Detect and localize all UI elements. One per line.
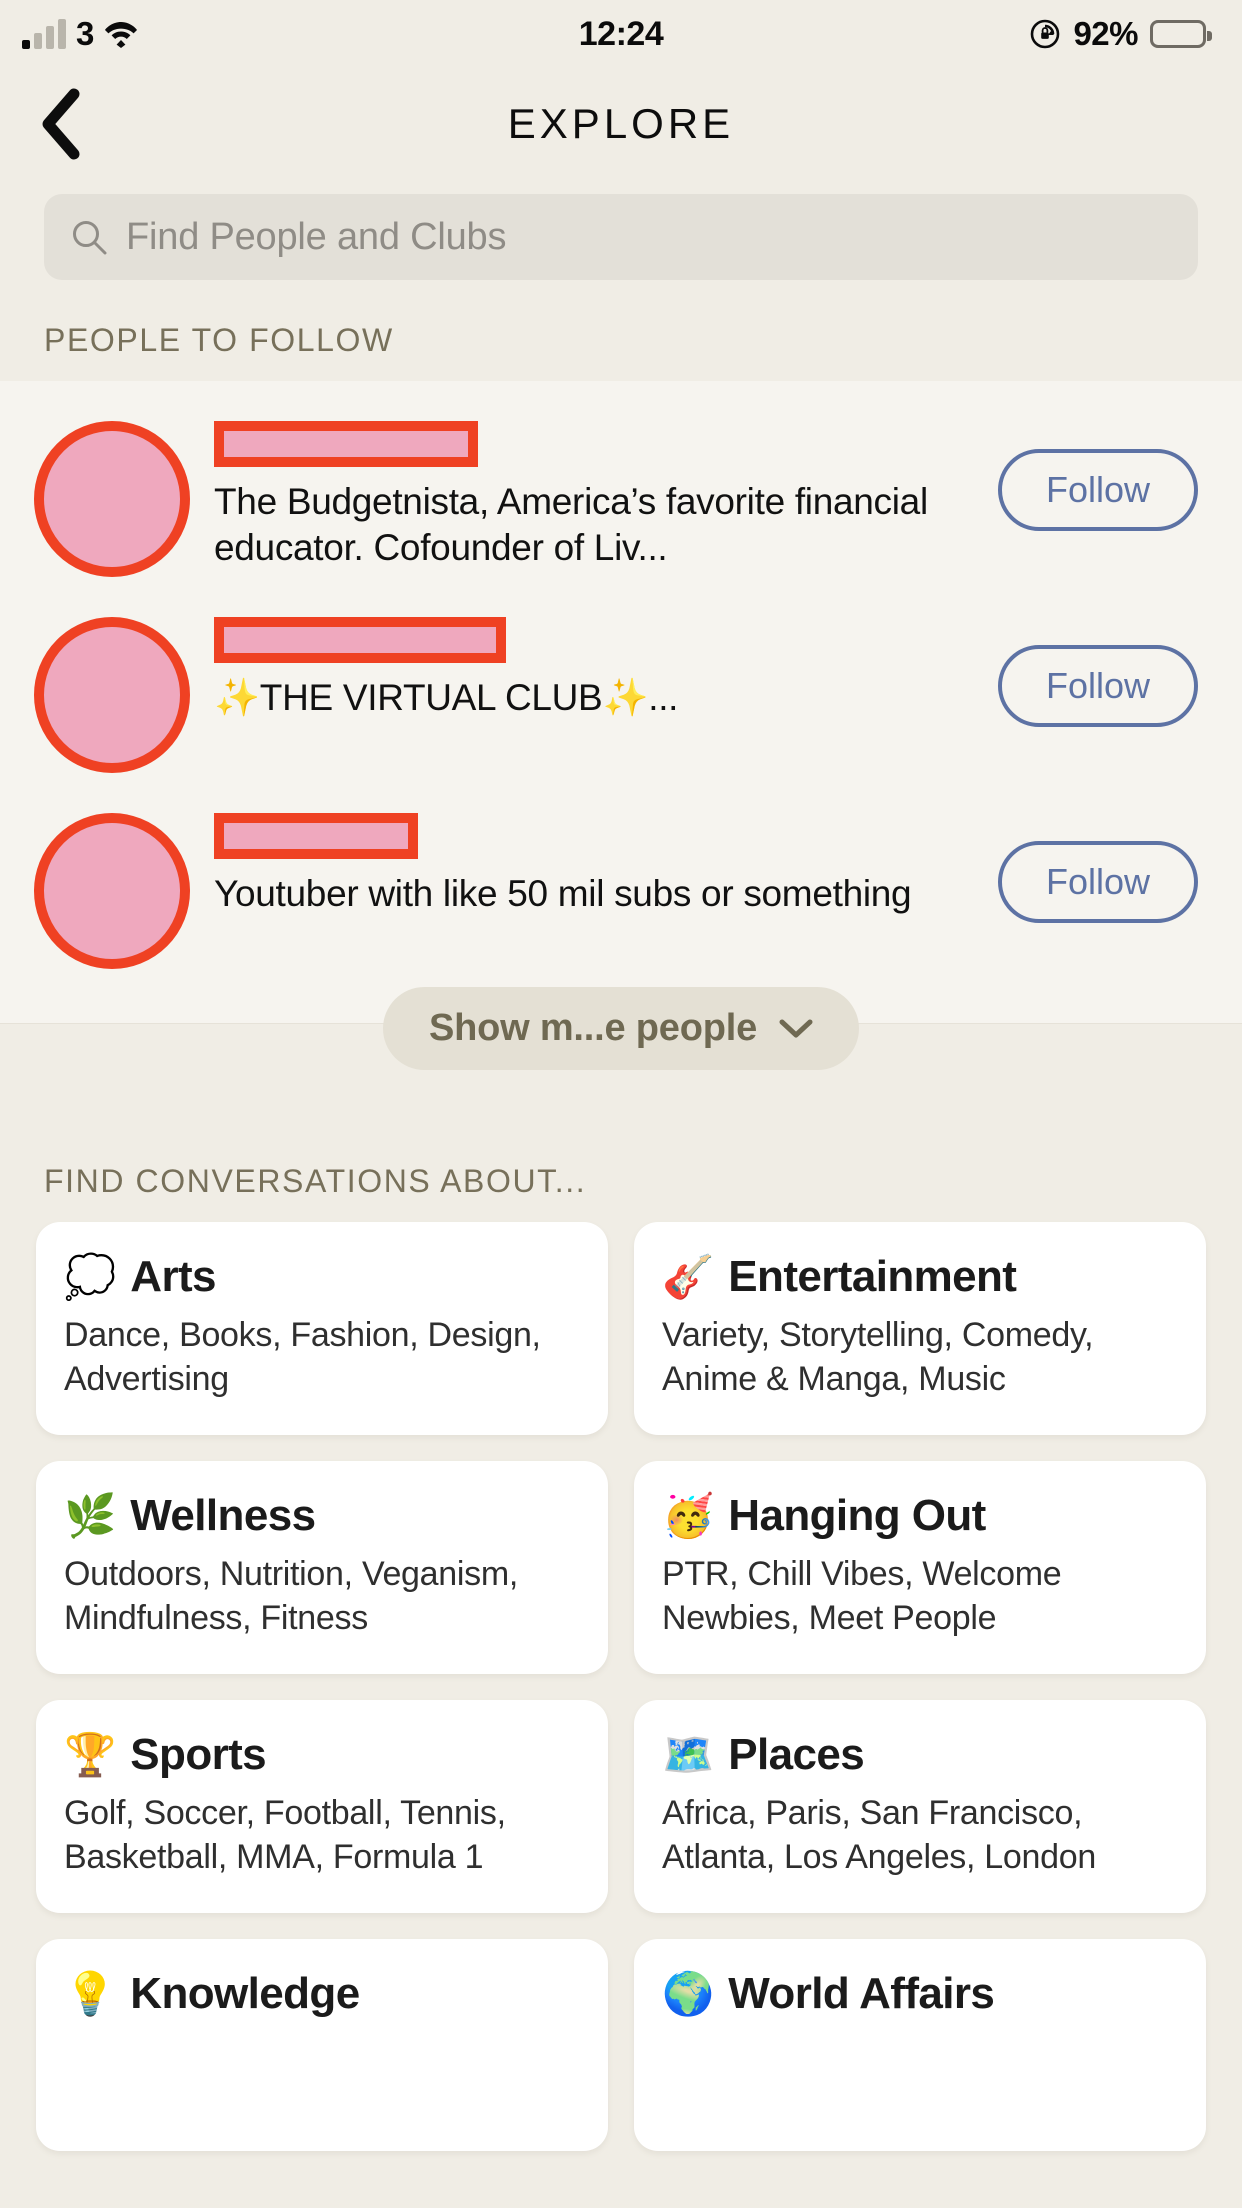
redacted-name xyxy=(214,617,506,663)
guitar-icon: 🎸 xyxy=(662,1253,715,1300)
follow-button[interactable]: Follow xyxy=(997,449,1198,531)
status-bar-right: 92% xyxy=(1029,15,1212,53)
person-bio: The Budgetnista, America’s favorite fina… xyxy=(214,481,928,568)
wifi-icon xyxy=(104,20,138,48)
back-chevron-icon xyxy=(38,88,82,160)
page-title: EXPLORE xyxy=(507,100,735,147)
person-details: Youtuber with like 50 mil subs or someth… xyxy=(190,809,986,917)
category-card-wellness[interactable]: 🌿 Wellness Outdoors, Nutrition, Veganism… xyxy=(36,1461,608,1675)
herb-icon: 🌿 xyxy=(64,1492,117,1540)
people-to-follow-list: The Budgetnista, America’s favorite fina… xyxy=(0,381,1242,1083)
search-icon xyxy=(70,218,108,256)
category-card-sports[interactable]: 🏆 Sports Golf, Soccer, Football, Tennis,… xyxy=(36,1700,608,1914)
person-bio: ✨THE VIRTUAL CLUB✨... xyxy=(214,677,679,718)
list-item[interactable]: The Budgetnista, America’s favorite fina… xyxy=(0,399,1242,595)
category-header: 🥳 Hanging Out xyxy=(662,1491,1178,1541)
globe-europe-africa-icon: 🌍 xyxy=(662,1970,715,2018)
redacted-name xyxy=(214,421,478,467)
avatar xyxy=(34,421,190,577)
nav-bar: EXPLORE xyxy=(0,68,1242,180)
search-input[interactable]: Find People and Clubs xyxy=(44,194,1198,280)
conversations-section: FIND CONVERSATIONS ABOUT... 💭 Arts Dance… xyxy=(0,1083,1242,2152)
carrier-label: 3 xyxy=(76,15,94,52)
category-header: 🌍 World Affairs xyxy=(662,1969,1178,2019)
show-more-label: Show m...e people xyxy=(428,1007,758,1049)
category-title: Sports xyxy=(130,1730,267,1780)
status-bar: 3 12:24 92% xyxy=(0,0,1242,68)
follow-button[interactable]: Follow xyxy=(997,645,1198,727)
category-header: 💭 Arts xyxy=(64,1252,580,1302)
category-title: World Affairs xyxy=(728,1969,995,2019)
category-title: Places xyxy=(728,1730,865,1780)
category-title: Hanging Out xyxy=(728,1491,986,1541)
category-card-hanging-out[interactable]: 🥳 Hanging Out PTR, Chill Vibes, Welcome … xyxy=(634,1461,1206,1675)
category-title: Wellness xyxy=(130,1491,316,1541)
category-header: 🌿 Wellness xyxy=(64,1491,580,1541)
category-header: 💡 Knowledge xyxy=(64,1969,580,2019)
person-bio: Youtuber with like 50 mil subs or someth… xyxy=(214,873,912,914)
category-card-entertainment[interactable]: 🎸 Entertainment Variety, Storytelling, C… xyxy=(634,1222,1206,1436)
light-bulb-icon: 💡 xyxy=(64,1970,117,2018)
category-card-world-affairs[interactable]: 🌍 World Affairs xyxy=(634,1939,1206,2152)
battery-icon xyxy=(1150,20,1212,48)
show-more-container: Show m...e people xyxy=(0,987,1242,1083)
search-placeholder: Find People and Clubs xyxy=(126,215,507,258)
follow-button[interactable]: Follow xyxy=(997,841,1198,923)
conversations-section-label: FIND CONVERSATIONS ABOUT... xyxy=(44,1163,587,1199)
battery-percent-label: 92% xyxy=(1073,15,1138,52)
status-bar-left: 3 xyxy=(22,15,138,53)
category-subtitle: Variety, Storytelling, Comedy, Anime & M… xyxy=(662,1316,1094,1398)
trophy-icon: 🏆 xyxy=(64,1731,117,1779)
search-container: Find People and Clubs xyxy=(0,180,1242,280)
thought-balloon-icon: 💭 xyxy=(64,1253,117,1300)
category-header: 🎸 Entertainment xyxy=(662,1252,1178,1302)
avatar xyxy=(34,813,190,969)
category-header: 🏆 Sports xyxy=(64,1730,580,1780)
list-item[interactable]: ✨THE VIRTUAL CLUB✨... Follow xyxy=(0,595,1242,791)
people-section-label: PEOPLE TO FOLLOW xyxy=(44,322,394,358)
list-item[interactable]: Youtuber with like 50 mil subs or someth… xyxy=(0,791,1242,987)
category-subtitle: Golf, Soccer, Football, Tennis, Basketba… xyxy=(64,1794,506,1876)
category-subtitle: Africa, Paris, San Francisco, Atlanta, L… xyxy=(662,1794,1096,1876)
partying-face-icon: 🥳 xyxy=(662,1492,715,1540)
signal-bars-icon xyxy=(22,19,66,49)
category-title: Arts xyxy=(130,1252,216,1301)
category-card-knowledge[interactable]: 💡 Knowledge xyxy=(36,1939,608,2152)
category-card-arts[interactable]: 💭 Arts Dance, Books, Fashion, Design, Ad… xyxy=(36,1222,608,1436)
category-header: 🗺️ Places xyxy=(662,1730,1178,1780)
category-subtitle: Outdoors, Nutrition, Veganism, Mindfulne… xyxy=(64,1555,519,1637)
back-button[interactable] xyxy=(20,84,100,164)
category-subtitle: PTR, Chill Vibes, Welcome Newbies, Meet … xyxy=(662,1555,1062,1637)
explore-screen: 3 12:24 92% EXPLORE Find People and Club… xyxy=(0,0,1242,2208)
person-details: ✨THE VIRTUAL CLUB✨... xyxy=(190,613,986,721)
category-title: Knowledge xyxy=(130,1969,360,2019)
chevron-down-icon xyxy=(779,1018,813,1040)
category-grid: 💭 Arts Dance, Books, Fashion, Design, Ad… xyxy=(0,1222,1242,2152)
redacted-name xyxy=(214,813,418,859)
category-card-places[interactable]: 🗺️ Places Africa, Paris, San Francisco, … xyxy=(634,1700,1206,1914)
show-more-people-button[interactable]: Show m...e people xyxy=(382,987,860,1070)
category-subtitle: Dance, Books, Fashion, Design, Advertisi… xyxy=(64,1316,541,1398)
rotation-lock-icon xyxy=(1029,18,1061,50)
person-details: The Budgetnista, America’s favorite fina… xyxy=(190,417,986,571)
avatar xyxy=(34,617,190,773)
category-title: Entertainment xyxy=(728,1252,1017,1301)
world-map-icon: 🗺️ xyxy=(662,1731,715,1779)
